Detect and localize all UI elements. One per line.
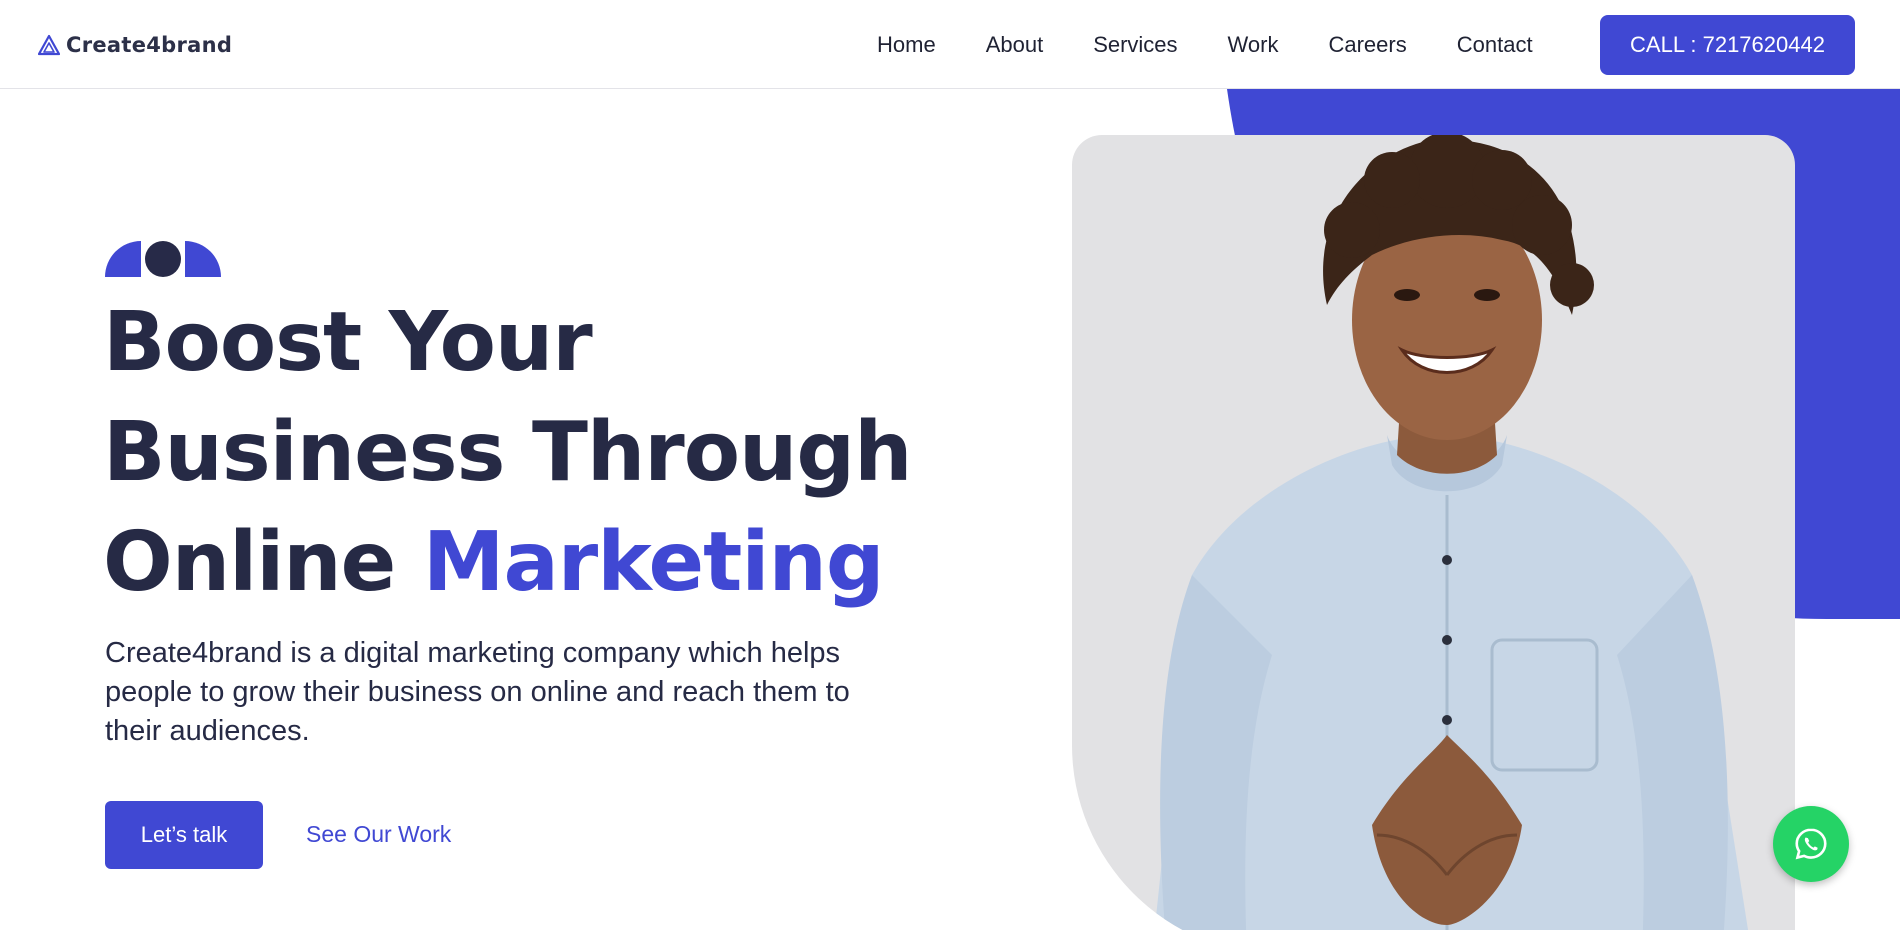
person-image (1154, 135, 1749, 930)
quarter-circle-shape (185, 241, 221, 277)
page: Create4brand Home About Services Work Ca… (0, 0, 1900, 930)
headline-accent-text: Marketing (422, 515, 885, 610)
nav-careers[interactable]: Careers (1328, 32, 1406, 58)
headline-plain-text: Online (103, 515, 423, 610)
hero-description: Create4brand is a digital marketing comp… (105, 637, 850, 747)
nav-home[interactable]: Home (877, 32, 936, 58)
headline-line-1: Boost Your (103, 295, 593, 390)
headline-line-3: Online Marketing (103, 508, 963, 618)
site-header: Create4brand Home About Services Work Ca… (0, 0, 1900, 89)
whatsapp-button[interactable] (1773, 806, 1849, 882)
call-button[interactable]: CALL : 7217620442 (1600, 15, 1855, 75)
see-our-work-link[interactable]: See Our Work (306, 821, 451, 848)
quarter-circle-shape (105, 241, 141, 277)
nav-about[interactable]: About (986, 32, 1044, 58)
hero-photo-card (1072, 135, 1795, 930)
nav-contact[interactable]: Contact (1457, 32, 1533, 58)
lets-talk-button[interactable]: Let’s talk (105, 801, 263, 869)
hero-headline: Boost Your Business Through Online Marke… (103, 288, 963, 618)
circle-shape (145, 241, 181, 277)
decorative-shapes (105, 241, 221, 277)
whatsapp-icon (1795, 828, 1827, 860)
logo-text: Create4brand (66, 33, 233, 57)
logo[interactable]: Create4brand (38, 31, 232, 59)
main-nav: Home About Services Work Careers Contact (877, 28, 1533, 62)
nav-work[interactable]: Work (1228, 32, 1279, 58)
triangle-logo-icon (38, 34, 60, 56)
nav-services[interactable]: Services (1093, 32, 1177, 58)
headline-line-2: Business Through (103, 405, 912, 500)
